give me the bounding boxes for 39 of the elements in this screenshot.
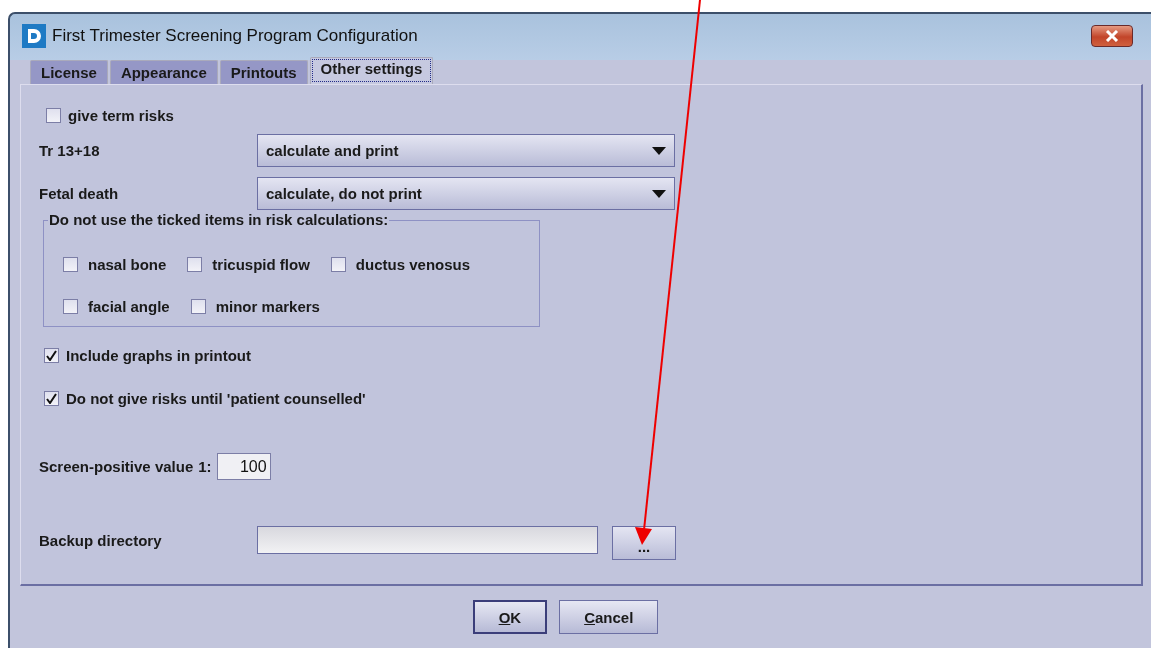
checkbox[interactable] [46, 108, 61, 123]
input-field[interactable] [257, 526, 598, 554]
browse-button[interactable]: ... [612, 526, 676, 560]
dropdown[interactable]: calculate, do not print [257, 177, 675, 210]
checkbox-label: Include graphs in printout [66, 347, 251, 364]
field-label: Backup directory [39, 531, 163, 549]
app-icon [22, 24, 46, 48]
checkbox[interactable] [190, 299, 206, 314]
checkbox[interactable] [330, 257, 346, 272]
checkbox-label: ductus venosus [355, 256, 471, 273]
checkbox-label: Do not give risks until 'patient counselled' [66, 390, 366, 407]
tab[interactable]: Printouts [219, 60, 308, 84]
close-icon [1104, 30, 1120, 42]
window-title: First Trimester Screening Program Configuration [52, 26, 419, 46]
dialog-button[interactable]: Cancel [559, 600, 659, 634]
checkbox-label: minor markers [215, 298, 320, 315]
tab[interactable]: Appearance [109, 60, 218, 84]
tab[interactable]: Other settings [309, 57, 434, 84]
checkbox[interactable] [63, 299, 78, 314]
checkbox[interactable] [187, 257, 203, 272]
ratio-prefix: 1: [198, 458, 212, 475]
checkbox-label: give term risks [68, 107, 174, 124]
checkbox[interactable] [44, 348, 59, 363]
checkbox[interactable] [63, 257, 78, 272]
dialog-button[interactable]: OK [472, 600, 548, 634]
caret-icon [652, 146, 666, 155]
field-label: Fetal death [39, 185, 120, 202]
caret-icon [652, 189, 666, 198]
close-button[interactable] [1091, 25, 1133, 47]
checkbox-label: tricuspid flow [212, 256, 310, 273]
field-label: Tr 13+18 [39, 142, 101, 159]
input-field[interactable]: 100 [216, 453, 271, 480]
dropdown[interactable]: calculate and print [257, 134, 675, 167]
checkbox-label: facial angle [88, 298, 170, 315]
group-title: Do not use the ticked items in risk calculations: [48, 211, 390, 228]
field-label: Screen-positive value [39, 458, 194, 475]
checkbox-label: nasal bone [88, 256, 167, 273]
tab[interactable]: License [30, 60, 108, 84]
checkbox[interactable] [44, 391, 59, 406]
